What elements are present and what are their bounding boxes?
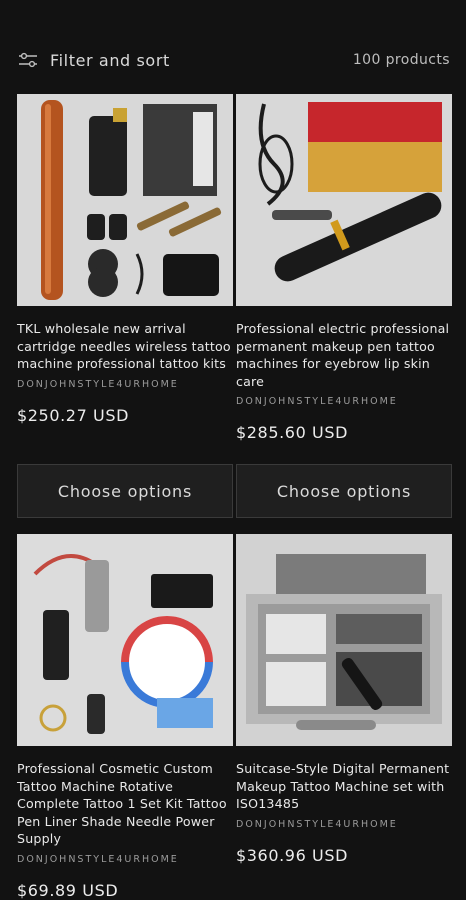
- product-title[interactable]: TKL wholesale new arrival cartridge need…: [17, 320, 233, 373]
- product-vendor: DONJOHNSTYLE4URHOME: [236, 396, 398, 407]
- product-price: $285.60 USD: [236, 423, 349, 442]
- filter-sliders-icon: [18, 52, 38, 68]
- product-title[interactable]: Suitcase-Style Digital Permanent Makeup …: [236, 760, 452, 813]
- product-vendor: DONJOHNSTYLE4URHOME: [17, 378, 179, 390]
- product-price: $250.27 USD: [17, 405, 130, 425]
- product-card[interactable]: Suitcase-Style Digital Permanent Makeup …: [236, 534, 452, 865]
- product-listing-page: Filter and sort 100 products TKL wholesa…: [0, 0, 466, 900]
- filter-and-sort-button[interactable]: Filter and sort: [18, 51, 170, 70]
- choose-options-button[interactable]: Choose options: [236, 464, 452, 518]
- product-vendor: DONJOHNSTYLE4URHOME: [17, 853, 179, 865]
- product-count: 100 products: [352, 52, 450, 68]
- product-vendor: DONJOHNSTYLE4URHOME: [236, 818, 398, 830]
- product-title[interactable]: Professional Cosmetic Custom Tattoo Mach…: [17, 760, 233, 848]
- product-card[interactable]: Professional Cosmetic Custom Tattoo Mach…: [17, 534, 233, 900]
- filter-and-sort-label: Filter and sort: [50, 50, 170, 70]
- product-price: $69.89 USD: [17, 880, 119, 900]
- product-card[interactable]: Professional electric professional perma…: [236, 94, 452, 442]
- product-title[interactable]: Professional electric professional perma…: [236, 320, 452, 390]
- product-image[interactable]: [236, 534, 452, 746]
- product-image[interactable]: [236, 94, 452, 306]
- product-price: $360.96 USD: [236, 845, 349, 865]
- filter-toolbar: Filter and sort 100 products: [18, 44, 450, 76]
- product-image[interactable]: [17, 534, 233, 746]
- product-card[interactable]: TKL wholesale new arrival cartridge need…: [17, 94, 233, 425]
- choose-options-button[interactable]: Choose options: [17, 464, 233, 518]
- product-image[interactable]: [17, 94, 233, 306]
